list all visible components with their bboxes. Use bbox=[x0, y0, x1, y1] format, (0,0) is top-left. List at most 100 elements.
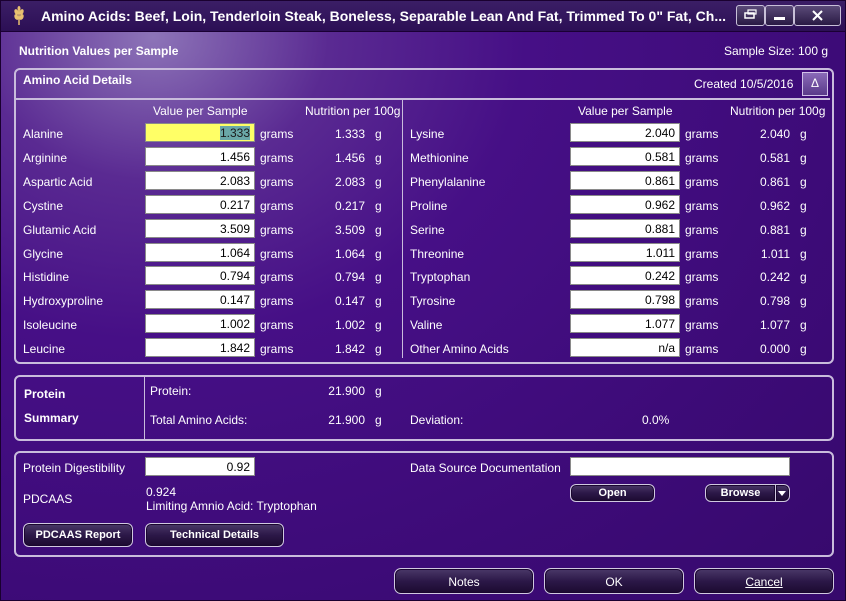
amino-name-proline: Proline bbox=[410, 199, 448, 213]
amino-value-text: 1.077 bbox=[644, 317, 675, 331]
amino-per100-phenylalanine: 0.861 bbox=[759, 175, 790, 189]
amino-per100-glutamic-acid: 3.509 bbox=[334, 223, 365, 237]
amino-value-input-leucine[interactable]: 1.842 bbox=[145, 338, 255, 357]
title-bar[interactable]: Amino Acids: Beef, Loin, Tenderloin Stea… bbox=[1, 1, 845, 32]
total-amino-acids-value: 21.900 bbox=[328, 413, 365, 427]
amino-per100-histidine: 0.794 bbox=[334, 270, 365, 284]
amino-value-input-arginine[interactable]: 1.456 bbox=[145, 147, 255, 166]
amino-name-valine: Valine bbox=[410, 318, 443, 332]
amino-unit-grams: grams bbox=[685, 318, 719, 332]
amino-value-input-other-amino-acids[interactable]: n/a bbox=[570, 338, 680, 357]
amino-unit-g: g bbox=[375, 175, 382, 189]
amino-unit-g: g bbox=[800, 270, 807, 284]
minimize-icon bbox=[774, 17, 785, 20]
cancel-button[interactable]: Cancel bbox=[694, 568, 834, 594]
browse-button[interactable]: Browse bbox=[705, 484, 776, 502]
total-amino-acids-label: Total Amino Acids: bbox=[150, 413, 248, 427]
amino-unit-grams: grams bbox=[685, 151, 719, 165]
amino-value-input-hydroxyproline[interactable]: 0.147 bbox=[145, 290, 255, 309]
col-header-per100-right: Nutrition per 100g bbox=[730, 104, 826, 118]
amino-value-input-methionine[interactable]: 0.581 bbox=[570, 147, 680, 166]
amino-value-text: 0.147 bbox=[219, 293, 250, 307]
sort-toggle-button[interactable]: Δ bbox=[802, 72, 828, 96]
amino-value-text: 1.456 bbox=[219, 150, 250, 164]
amino-value-text: 2.040 bbox=[644, 126, 675, 140]
amino-unit-g: g bbox=[375, 223, 382, 237]
amino-per100-methionine: 0.581 bbox=[759, 151, 790, 165]
amino-unit-grams: grams bbox=[260, 199, 294, 213]
amino-acid-details-title: Amino Acid Details bbox=[23, 73, 132, 87]
amino-unit-g: g bbox=[375, 127, 382, 141]
amino-name-glutamic-acid: Glutamic Acid bbox=[23, 223, 97, 237]
amino-unit-grams: grams bbox=[685, 342, 719, 356]
protein-summary-panel bbox=[14, 375, 834, 441]
amino-unit-grams: grams bbox=[260, 223, 294, 237]
amino-value-input-lysine[interactable]: 2.040 bbox=[570, 123, 680, 142]
amino-unit-grams: grams bbox=[685, 294, 719, 308]
amino-per100-isoleucine: 1.002 bbox=[334, 318, 365, 332]
amino-value-text: 0.962 bbox=[644, 198, 675, 212]
amino-unit-g: g bbox=[375, 294, 382, 308]
amino-unit-grams: grams bbox=[260, 270, 294, 284]
amino-value-input-tryptophan[interactable]: 0.242 bbox=[570, 266, 680, 285]
minimize-button[interactable] bbox=[765, 5, 794, 26]
col-header-per100-left: Nutrition per 100g bbox=[305, 104, 401, 118]
amino-name-serine: Serine bbox=[410, 223, 445, 237]
amino-value-input-isoleucine[interactable]: 1.002 bbox=[145, 314, 255, 333]
amino-per100-aspartic-acid: 2.083 bbox=[334, 175, 365, 189]
protein-digestibility-input[interactable]: 0.92 bbox=[145, 457, 255, 476]
amino-value-input-cystine[interactable]: 0.217 bbox=[145, 195, 255, 214]
amino-unit-g: g bbox=[800, 294, 807, 308]
amino-name-glycine: Glycine bbox=[23, 247, 64, 261]
amino-value-input-serine[interactable]: 0.881 bbox=[570, 219, 680, 238]
data-source-label: Data Source Documentation bbox=[410, 461, 561, 475]
amino-value-input-tyrosine[interactable]: 0.798 bbox=[570, 290, 680, 309]
close-button[interactable] bbox=[794, 5, 841, 26]
amino-name-alanine: Alanine bbox=[23, 127, 64, 141]
amino-unit-g: g bbox=[800, 223, 807, 237]
amino-unit-g: g bbox=[375, 247, 382, 261]
restore-button[interactable] bbox=[736, 5, 765, 26]
notes-button[interactable]: Notes bbox=[394, 568, 534, 594]
amino-value-input-alanine[interactable]: 1.333 bbox=[145, 123, 255, 142]
pdcaas-label: PDCAAS bbox=[23, 492, 73, 506]
amino-value-input-aspartic-acid[interactable]: 2.083 bbox=[145, 171, 255, 190]
amino-unit-grams: grams bbox=[685, 247, 719, 261]
browse-dropdown-button[interactable] bbox=[775, 484, 790, 502]
amino-value-text: 0.794 bbox=[219, 269, 250, 283]
ok-button[interactable]: OK bbox=[544, 568, 684, 594]
amino-name-other-amino-acids: Other Amino Acids bbox=[410, 342, 509, 356]
amino-acids-window: Amino Acids: Beef, Loin, Tenderloin Stea… bbox=[0, 0, 846, 601]
amino-per100-cystine: 0.217 bbox=[334, 199, 365, 213]
technical-details-button[interactable]: Technical Details bbox=[145, 523, 284, 547]
amino-value-input-glycine[interactable]: 1.064 bbox=[145, 243, 255, 262]
data-source-input[interactable] bbox=[570, 457, 790, 476]
amino-value-input-valine[interactable]: 1.077 bbox=[570, 314, 680, 333]
amino-unit-g: g bbox=[375, 318, 382, 332]
amino-unit-grams: grams bbox=[260, 175, 294, 189]
amino-unit-grams: grams bbox=[260, 127, 294, 141]
open-button[interactable]: Open bbox=[570, 484, 655, 502]
close-icon bbox=[812, 10, 823, 21]
amino-value-text: 0.881 bbox=[644, 222, 675, 236]
amino-value-input-proline[interactable]: 0.962 bbox=[570, 195, 680, 214]
amino-per100-lysine: 2.040 bbox=[759, 127, 790, 141]
amino-name-arginine: Arginine bbox=[23, 151, 68, 165]
amino-value-input-histidine[interactable]: 0.794 bbox=[145, 266, 255, 285]
amino-name-phenylalanine: Phenylalanine bbox=[410, 175, 486, 189]
pdcaas-report-button[interactable]: PDCAAS Report bbox=[23, 523, 133, 547]
amino-value-text: 1.002 bbox=[219, 317, 250, 331]
amino-value-input-phenylalanine[interactable]: 0.861 bbox=[570, 171, 680, 190]
details-header-divider bbox=[16, 98, 830, 100]
total-amino-acids-unit: g bbox=[375, 413, 382, 427]
amino-value-text: 2.083 bbox=[219, 174, 250, 188]
amino-per100-tryptophan: 0.242 bbox=[759, 270, 790, 284]
amino-name-aspartic-acid: Aspartic Acid bbox=[23, 175, 93, 189]
amino-per100-glycine: 1.064 bbox=[334, 247, 365, 261]
amino-value-input-threonine[interactable]: 1.011 bbox=[570, 243, 680, 262]
amino-unit-grams: grams bbox=[260, 318, 294, 332]
amino-name-methionine: Methionine bbox=[410, 151, 469, 165]
nutrition-values-heading: Nutrition Values per Sample bbox=[19, 44, 179, 58]
amino-unit-g: g bbox=[375, 342, 382, 356]
amino-value-input-glutamic-acid[interactable]: 3.509 bbox=[145, 219, 255, 238]
